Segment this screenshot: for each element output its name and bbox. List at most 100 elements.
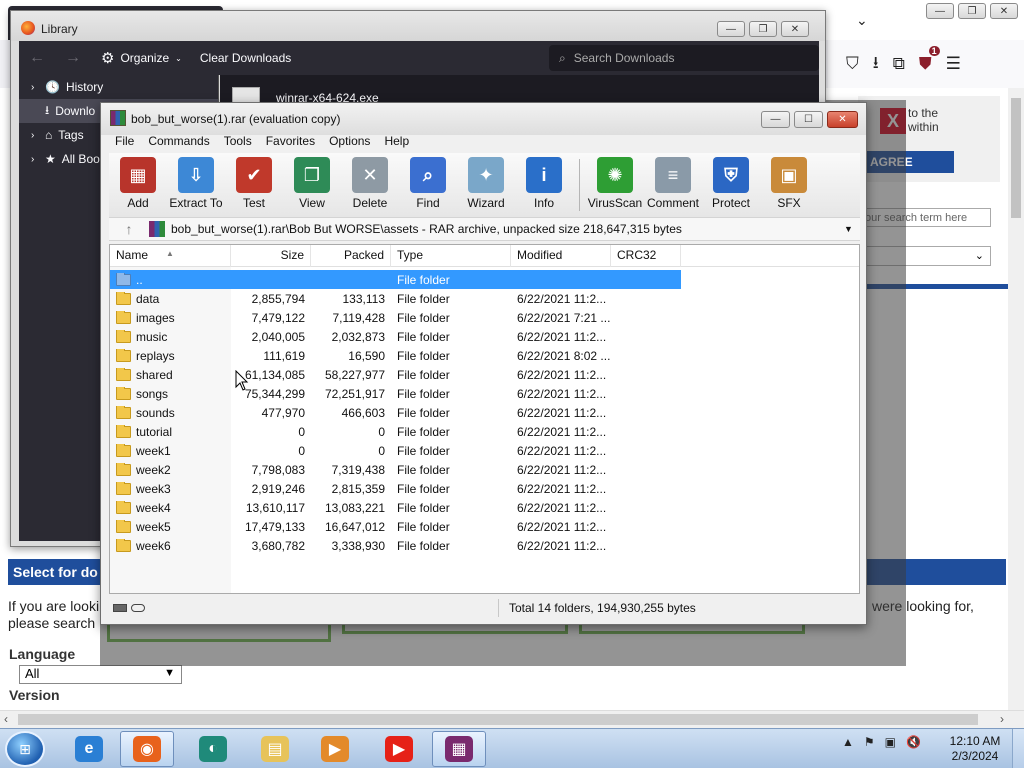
tool-extract-to-button[interactable]: ⇩ Extract To xyxy=(167,153,225,217)
hamburger-menu-icon[interactable]: ☰ xyxy=(946,54,961,74)
column-type[interactable]: Type xyxy=(391,245,511,267)
tool-info-button[interactable]: i Info xyxy=(515,153,573,217)
table-row[interactable]: sounds 477,970 466,603 File folder 6/22/2021… xyxy=(110,403,859,422)
chevron-right-icon[interactable]: › xyxy=(31,154,39,165)
list-all-tabs-icon[interactable]: ⌄ xyxy=(856,12,868,29)
sidebar-item-history[interactable]: › 🕓 History xyxy=(19,75,218,99)
table-row[interactable]: .. File folder xyxy=(110,270,681,289)
column-name[interactable]: Name ▲ xyxy=(110,245,231,267)
downloads-icon[interactable]: ⭳ xyxy=(873,50,879,79)
archive-path[interactable]: bob_but_worse(1).rar\Bob But WORSE\asset… xyxy=(171,222,844,236)
minimize-button[interactable]: — xyxy=(926,3,954,19)
ublock-icon[interactable]: ⛊ 1 xyxy=(919,46,940,74)
chevron-right-icon[interactable]: › xyxy=(31,130,39,141)
vertical-scrollbar[interactable] xyxy=(1008,88,1024,710)
table-row[interactable]: week1 0 0 File folder 6/22/2021 11:2... xyxy=(110,441,859,460)
taskbar-youtube-button[interactable]: ▶ xyxy=(372,731,426,767)
horizontal-scrollbar[interactable]: ‹ › xyxy=(0,710,1024,728)
extensions-icon[interactable]: ⧉ xyxy=(893,54,905,74)
table-row[interactable]: images 7,479,122 7,119,428 File folder 6/22/… xyxy=(110,308,859,327)
taskbar-file-explorer-button[interactable]: ▤ xyxy=(248,731,302,767)
parent-folder-icon xyxy=(116,272,131,286)
table-row[interactable]: week6 3,680,782 3,338,930 File folder 6/22/2… xyxy=(110,536,859,555)
sidebar-item-label: History xyxy=(65,80,104,94)
minimize-button[interactable]: — xyxy=(717,21,745,37)
show-desktop-button[interactable] xyxy=(1012,729,1024,768)
flag-icon[interactable]: ⚑ xyxy=(864,735,875,749)
key-icon[interactable] xyxy=(131,604,145,612)
close-button[interactable]: ✕ xyxy=(990,3,1018,19)
library-title-bar[interactable]: Library — ❐ ✕ xyxy=(11,11,825,41)
menu-file[interactable]: File xyxy=(109,131,142,153)
row-name-cell: data xyxy=(110,291,231,306)
table-row[interactable]: tutorial 0 0 File folder 6/22/2021 11:2... xyxy=(110,422,859,441)
pocket-icon[interactable]: ⛉ xyxy=(846,54,859,74)
table-row[interactable]: week2 7,798,083 7,319,438 File folder 6/22/2… xyxy=(110,460,859,479)
browser-toolbar: ⛉ ⭳ ⧉ ⛊ 1 ☰ xyxy=(828,40,1024,88)
table-row[interactable]: songs 75,344,299 72,251,917 File folder 6/22… xyxy=(110,384,859,403)
scrollbar-thumb[interactable] xyxy=(1011,98,1021,218)
tool-test-button[interactable]: ✔ Test xyxy=(225,153,283,217)
language-select[interactable]: All ▼ xyxy=(19,665,182,684)
column-crc32[interactable]: CRC32 xyxy=(611,245,681,267)
scrollbar-thumb[interactable] xyxy=(18,714,978,725)
start-button[interactable]: ⊞ xyxy=(5,731,45,767)
taskbar-app-green-button[interactable]: ◐ xyxy=(186,731,240,767)
column-size[interactable]: Size xyxy=(231,245,311,267)
tool-delete-button[interactable]: ✕ Delete xyxy=(341,153,399,217)
taskbar-media-player-button[interactable]: ▶ xyxy=(308,731,362,767)
drive-icon[interactable] xyxy=(113,604,127,612)
chevron-down-icon[interactable]: ▼ xyxy=(844,224,860,234)
clear-downloads-button[interactable]: Clear Downloads xyxy=(200,51,291,65)
chevron-right-icon[interactable]: › xyxy=(31,82,39,93)
tool-add-button[interactable]: ▦ Add xyxy=(109,153,167,217)
minimize-button[interactable]: — xyxy=(761,111,790,128)
organize-button[interactable]: ⚙ Organize ⌄ xyxy=(101,49,182,67)
tool-virusscan-button[interactable]: ✺ VirusScan xyxy=(586,153,644,217)
scroll-right-icon[interactable]: › xyxy=(1000,712,1004,726)
network-icon[interactable]: ▣ xyxy=(885,735,896,749)
taskbar-internet-explorer-button[interactable]: e xyxy=(62,731,116,767)
back-icon[interactable]: ← xyxy=(29,49,55,67)
search-downloads-input[interactable]: ⌕ Search Downloads xyxy=(549,45,819,71)
restore-button[interactable]: ❐ xyxy=(749,21,777,37)
show-hidden-icons-icon[interactable]: ▲ xyxy=(842,735,854,749)
restore-button[interactable]: ❐ xyxy=(958,3,986,19)
tool-view-button[interactable]: ❐ View xyxy=(283,153,341,217)
up-folder-icon[interactable]: ↑ xyxy=(109,221,149,237)
column-packed[interactable]: Packed xyxy=(311,245,391,267)
tool-protect-button[interactable]: ⛨ Protect xyxy=(702,153,760,217)
table-row[interactable]: shared 61,134,085 58,227,977 File folder 6/2… xyxy=(110,365,859,384)
close-button[interactable]: ✕ xyxy=(781,21,809,37)
maximize-button[interactable]: ☐ xyxy=(794,111,823,128)
winrar-window: bob_but_worse(1).rar (evaluation copy) —… xyxy=(100,102,867,625)
forward-icon[interactable]: → xyxy=(65,49,91,67)
column-modified[interactable]: Modified xyxy=(511,245,611,267)
row-modified: 6/22/2021 11:2... xyxy=(517,538,607,553)
cookie-text: to the within xyxy=(908,106,939,134)
tool-sfx-button[interactable]: ▣ SFX xyxy=(760,153,818,217)
menu-commands[interactable]: Commands xyxy=(142,131,217,153)
taskbar-firefox-button[interactable]: ◉ xyxy=(120,731,174,767)
menu-tools[interactable]: Tools xyxy=(218,131,260,153)
table-row[interactable]: week4 13,610,117 13,083,221 File folder 6/22… xyxy=(110,498,859,517)
menu-help[interactable]: Help xyxy=(378,131,417,153)
volume-muted-icon[interactable]: 🔇 xyxy=(906,735,921,749)
table-row[interactable]: week5 17,479,133 16,647,012 File folder 6/22… xyxy=(110,517,859,536)
tool-comment-button[interactable]: ≡ Comment xyxy=(644,153,702,217)
row-modified: 6/22/2021 11:2... xyxy=(517,386,607,401)
tool-find-button[interactable]: ⌕ Find xyxy=(399,153,457,217)
tool-label: Delete xyxy=(352,196,388,210)
table-row[interactable]: data 2,855,794 133,113 File folder 6/22/2021… xyxy=(110,289,859,308)
table-row[interactable]: replays 111,619 16,590 File folder 6/22/2021… xyxy=(110,346,859,365)
taskbar-winrar-button[interactable]: ▦ xyxy=(432,731,486,767)
menu-favorites[interactable]: Favorites xyxy=(260,131,323,153)
scroll-left-icon[interactable]: ‹ xyxy=(4,712,8,726)
menu-options[interactable]: Options xyxy=(323,131,378,153)
close-button[interactable]: ✕ xyxy=(827,111,858,128)
table-row[interactable]: week3 2,919,246 2,815,359 File folder 6/22/2… xyxy=(110,479,859,498)
tool-wizard-button[interactable]: ✦ Wizard xyxy=(457,153,515,217)
row-name-cell: tutorial xyxy=(110,424,231,439)
clock[interactable]: 12:10 AM 2/3/2024 xyxy=(944,734,1006,764)
table-row[interactable]: music 2,040,005 2,032,873 File folder 6/22/2… xyxy=(110,327,859,346)
